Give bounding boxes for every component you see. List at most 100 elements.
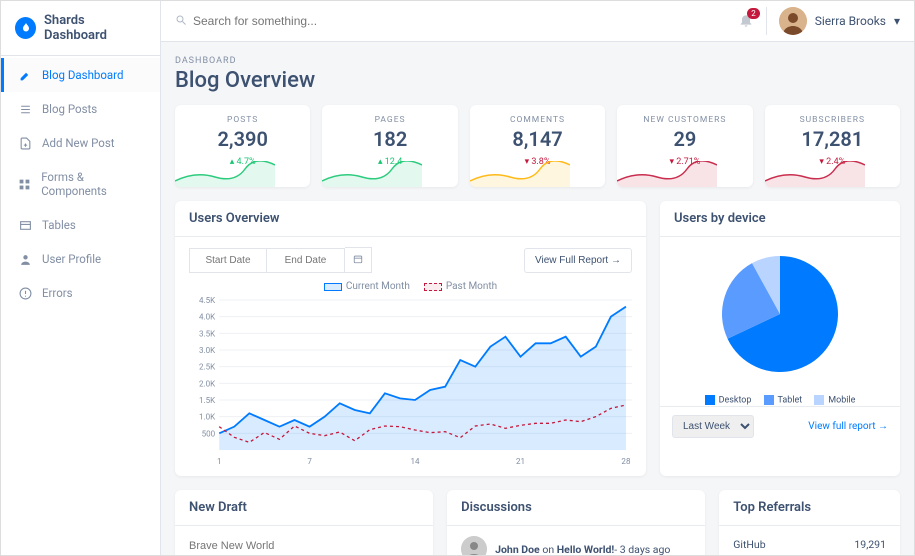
svg-text:2.5K: 2.5K — [199, 363, 216, 372]
pie-legend-item: Desktop — [705, 395, 752, 405]
user-menu[interactable]: Sierra Brooks ▾ — [766, 7, 900, 35]
search-input[interactable] — [193, 14, 726, 28]
sidebar-item-label: Errors — [42, 286, 73, 300]
page-title: Blog Overview — [175, 68, 900, 93]
end-date-input[interactable] — [267, 248, 345, 273]
svg-text:4.0K: 4.0K — [199, 313, 216, 322]
sidebar-item-add-new-post[interactable]: Add New Post — [1, 126, 160, 160]
sidebar-item-user-profile[interactable]: User Profile — [1, 242, 160, 276]
stat-value: 182 — [334, 127, 445, 151]
view-module-icon — [18, 178, 31, 191]
search-icon — [175, 14, 187, 29]
sidebar-item-label: Blog Dashboard — [42, 68, 123, 82]
svg-text:2.0K: 2.0K — [199, 380, 216, 389]
sidebar-item-errors[interactable]: Errors — [1, 276, 160, 310]
card-title: New Draft — [175, 490, 433, 526]
content: DASHBOARD Blog Overview POSTS2,390▴ 4.7%… — [161, 42, 914, 555]
nav: Blog Dashboard Blog Posts Add New Post Form… — [1, 56, 160, 310]
stat-card-pages: PAGES182▴ 12.4 — [322, 105, 457, 187]
new-draft-card: New Draft — [175, 490, 433, 555]
stat-label: POSTS — [187, 115, 298, 125]
pie-legend: Desktop Tablet Mobile — [660, 395, 900, 405]
stat-value: 17,281 — [777, 127, 888, 151]
card-title: Users by device — [660, 201, 900, 237]
svg-text:7: 7 — [307, 457, 312, 466]
card-title: Discussions — [447, 490, 705, 526]
users-overview-card: Users Overview View Full Report → Curren… — [175, 201, 646, 476]
sidebar: Shards Dashboard Blog Dashboard Blog Post… — [1, 1, 161, 555]
stat-label: NEW CUSTOMERS — [629, 115, 740, 125]
svg-text:1.0K: 1.0K — [199, 413, 216, 422]
users-overview-controls: View Full Report → — [189, 247, 632, 273]
pie-legend-item: Mobile — [814, 395, 855, 405]
svg-text:28: 28 — [621, 457, 631, 466]
user-name: Sierra Brooks — [815, 14, 886, 28]
notifications-button[interactable]: 2 — [738, 12, 754, 31]
avatar — [461, 536, 487, 555]
brand[interactable]: Shards Dashboard — [1, 1, 160, 56]
discussions-card: Discussions John Doe on Hello World!- 3 … — [447, 490, 705, 555]
referral-row: GitHub19,291 — [733, 536, 886, 553]
stat-card-subscribers: SUBSCRIBERS17,281▾ 2.4% — [765, 105, 900, 187]
stat-label: COMMENTS — [482, 115, 593, 125]
sidebar-item-label: Add New Post — [42, 136, 115, 150]
stat-value: 2,390 — [187, 127, 298, 151]
pie-legend-item: Tablet — [764, 395, 803, 405]
stat-value: 29 — [629, 127, 740, 151]
topbar: 2 Sierra Brooks ▾ — [161, 1, 914, 42]
stat-value: 8,147 — [482, 127, 593, 151]
breadcrumb: DASHBOARD — [175, 56, 900, 66]
notifications-badge: 2 — [747, 8, 760, 19]
stat-label: PAGES — [334, 115, 445, 125]
note-add-icon — [18, 137, 32, 150]
start-date-input[interactable] — [189, 248, 267, 273]
legend-current: Current Month — [346, 281, 410, 292]
sidebar-item-label: User Profile — [42, 252, 101, 266]
discussion-item[interactable]: John Doe on Hello World!- 3 days ago — [461, 536, 691, 555]
sidebar-item-label: Tables — [42, 218, 76, 232]
view-full-report-button[interactable]: View Full Report → — [524, 248, 632, 273]
svg-text:3.5K: 3.5K — [199, 330, 216, 339]
sidebar-item-label: Blog Posts — [42, 102, 97, 116]
edit-icon — [18, 69, 32, 82]
card-title: Users Overview — [175, 201, 646, 237]
avatar — [779, 7, 807, 35]
sidebar-item-blog-dashboard[interactable]: Blog Dashboard — [1, 58, 160, 92]
users-by-device-card: Users by device Desktop Tablet Mobile Last… — [660, 201, 900, 476]
svg-text:21: 21 — [516, 457, 525, 466]
table-icon — [18, 219, 32, 232]
sidebar-item-blog-posts[interactable]: Blog Posts — [1, 92, 160, 126]
search[interactable] — [175, 14, 726, 29]
svg-text:500: 500 — [202, 430, 216, 439]
stat-card-new-customers: NEW CUSTOMERS29▾ 2.71% — [617, 105, 752, 187]
brand-logo-icon — [15, 17, 36, 39]
sidebar-item-forms-components[interactable]: Forms & Components — [1, 160, 160, 208]
timeframe-select[interactable]: Last Week — [672, 415, 754, 438]
users-overview-chart: 500 1.0K 1.5K 2.0K 2.5K 3.0K 3.5K 4.0K 4.5K 1 7 14 2… — [189, 296, 632, 466]
sidebar-item-tables[interactable]: Tables — [1, 208, 160, 242]
svg-text:3.0K: 3.0K — [199, 346, 216, 355]
stat-label: SUBSCRIBERS — [777, 115, 888, 125]
stats-row: POSTS2,390▴ 4.7%PAGES182▴ 12.4COMMENTS8,… — [175, 105, 900, 187]
sidebar-item-label: Forms & Components — [41, 170, 146, 198]
chart-legend: Current Month Past Month — [189, 281, 632, 292]
svg-text:4.5K: 4.5K — [199, 296, 216, 305]
svg-text:1: 1 — [217, 457, 222, 466]
svg-text:14: 14 — [411, 457, 421, 466]
chevron-down-icon: ▾ — [894, 14, 900, 28]
draft-title-input[interactable] — [189, 536, 419, 555]
person-icon — [18, 253, 32, 266]
legend-past: Past Month — [446, 281, 497, 292]
pie-chart — [660, 237, 900, 391]
stat-card-comments: COMMENTS8,147▾ 3.8% — [470, 105, 605, 187]
list-icon — [18, 103, 32, 116]
top-referrals-card: Top Referrals GitHub19,291 — [719, 490, 900, 555]
svg-text:1.5K: 1.5K — [199, 396, 216, 405]
stat-card-posts: POSTS2,390▴ 4.7% — [175, 105, 310, 187]
main: 2 Sierra Brooks ▾ DASHBOARD Blog Overvie… — [161, 1, 914, 555]
view-full-report-link[interactable]: View full report → — [808, 421, 888, 432]
error-icon — [18, 287, 32, 300]
brand-name: Shards Dashboard — [44, 13, 146, 43]
calendar-icon[interactable] — [345, 247, 372, 273]
card-title: Top Referrals — [719, 490, 900, 526]
